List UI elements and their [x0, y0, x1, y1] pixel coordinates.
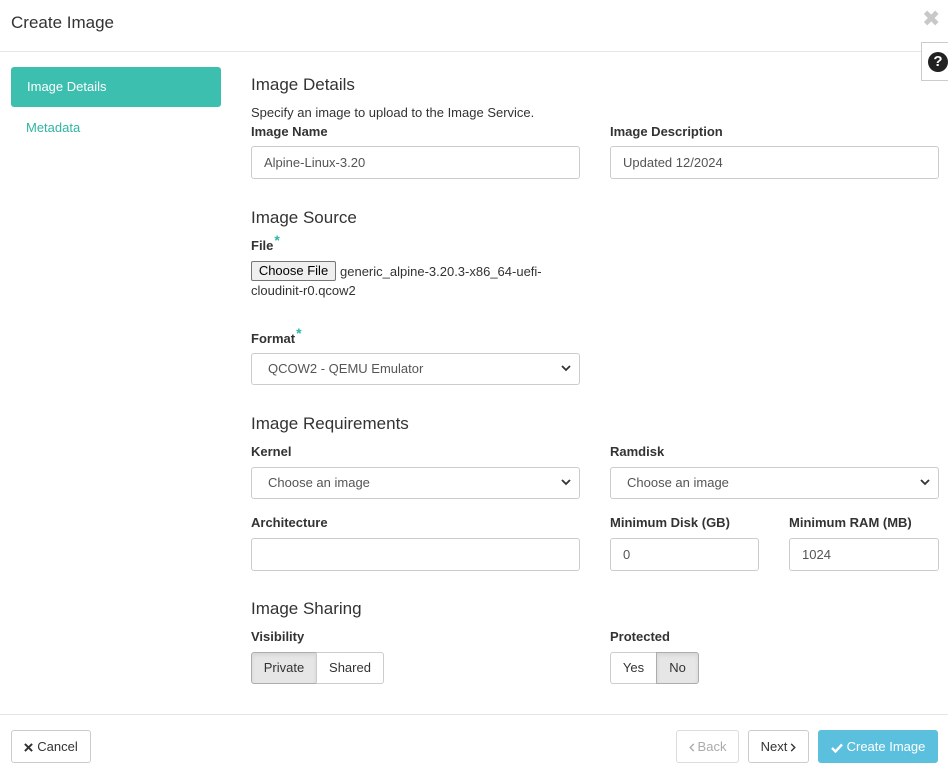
visibility-label: Visibility	[251, 629, 305, 644]
create-image-button[interactable]: Create Image	[818, 730, 938, 763]
chevron-right-icon	[791, 743, 797, 752]
format-label-text: Format	[251, 331, 296, 346]
image-description-input[interactable]	[610, 146, 939, 179]
check-icon	[830, 743, 843, 753]
ramdisk-label: Ramdisk	[610, 444, 665, 459]
section-title-image-details: Image Details	[251, 75, 355, 94]
visibility-toggle: Private Shared	[251, 652, 384, 684]
back-button[interactable]: Back	[676, 730, 739, 763]
min-ram-input[interactable]	[789, 538, 939, 571]
min-disk-input[interactable]	[610, 538, 759, 571]
ramdisk-select-value: Choose an image	[627, 475, 729, 490]
protected-toggle: Yes No	[610, 652, 699, 684]
architecture-label: Architecture	[251, 515, 328, 530]
ramdisk-select[interactable]: Choose an image	[610, 467, 939, 499]
help-button[interactable]: ?	[921, 42, 948, 81]
close-icon[interactable]: ✖	[922, 8, 940, 30]
kernel-select[interactable]: Choose an image	[251, 467, 580, 499]
visibility-private-button[interactable]: Private	[251, 652, 317, 684]
cancel-button-label: Cancel	[37, 739, 78, 754]
nav-item-metadata[interactable]: Metadata	[11, 120, 221, 135]
image-name-label: Image Name	[251, 124, 328, 139]
architecture-input[interactable]	[251, 538, 580, 571]
required-star: *	[296, 325, 302, 341]
create-image-button-label: Create Image	[846, 739, 926, 754]
min-ram-label: Minimum RAM (MB)	[789, 515, 912, 530]
min-disk-label: Minimum Disk (GB)	[610, 515, 730, 530]
file-label-text: File	[251, 238, 274, 253]
close-icon	[24, 743, 34, 752]
section-title-image-source: Image Source	[251, 208, 357, 227]
modal-header: Create Image ✖	[0, 0, 948, 52]
chevron-left-icon	[688, 743, 694, 752]
help-text: Specify an image to upload to the Image …	[251, 105, 535, 120]
modal-title: Create Image	[11, 13, 114, 32]
choose-file-button[interactable]: Choose File	[251, 261, 336, 281]
file-label: File*	[251, 232, 280, 253]
image-name-input[interactable]	[251, 146, 580, 179]
format-label: Format*	[251, 325, 302, 346]
kernel-label: Kernel	[251, 444, 292, 459]
section-title-image-sharing: Image Sharing	[251, 599, 362, 618]
chevron-down-icon	[561, 479, 571, 486]
section-title-image-requirements: Image Requirements	[251, 414, 409, 433]
nav-item-image-details[interactable]: Image Details	[11, 67, 221, 107]
visibility-shared-button[interactable]: Shared	[316, 652, 384, 684]
chevron-down-icon	[561, 365, 571, 372]
back-button-label: Back	[697, 739, 727, 754]
protected-no-button[interactable]: No	[656, 652, 699, 684]
format-select-value: QCOW2 - QEMU Emulator	[268, 361, 424, 376]
cancel-button[interactable]: Cancel	[11, 730, 91, 763]
question-circle-icon: ?	[928, 52, 948, 72]
next-button-label: Next	[760, 739, 788, 754]
kernel-select-value: Choose an image	[268, 475, 370, 490]
next-button[interactable]: Next	[748, 730, 809, 763]
required-star: *	[274, 232, 280, 248]
protected-yes-button[interactable]: Yes	[610, 652, 657, 684]
image-description-label: Image Description	[610, 124, 723, 139]
format-select[interactable]: QCOW2 - QEMU Emulator	[251, 353, 580, 385]
protected-label: Protected	[610, 629, 670, 644]
chevron-down-icon	[920, 479, 930, 486]
